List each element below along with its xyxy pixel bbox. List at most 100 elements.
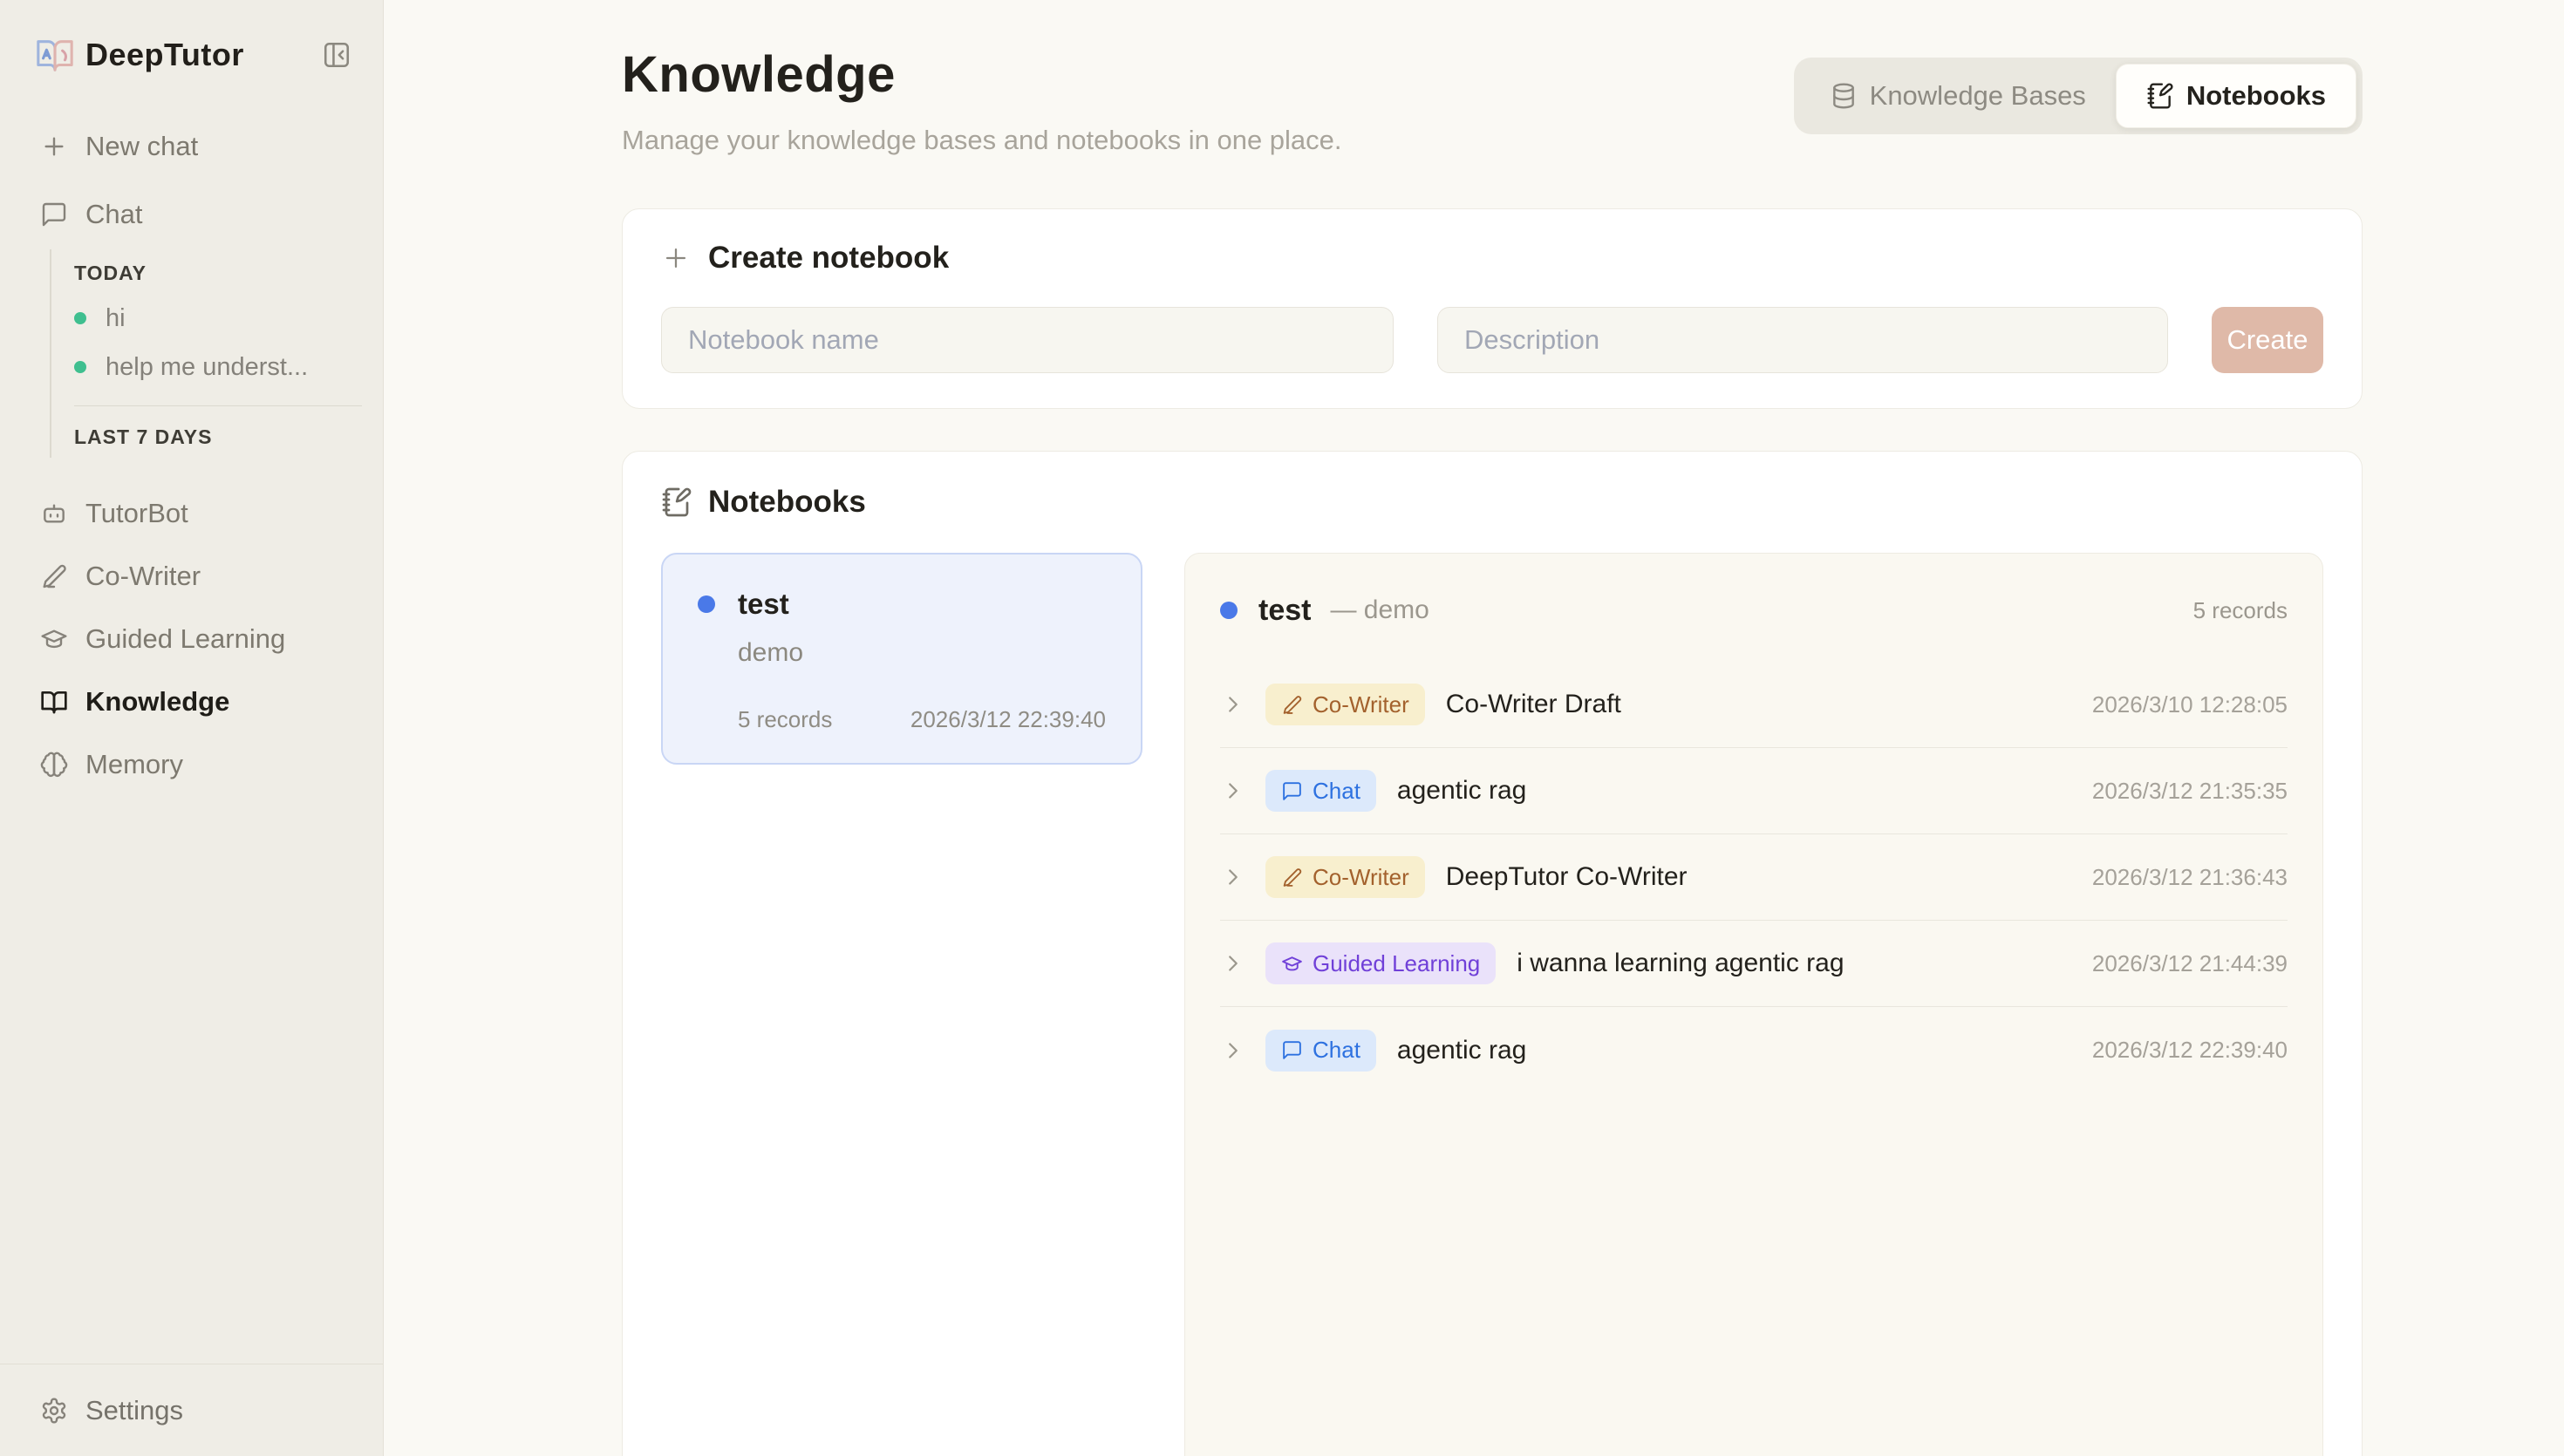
create-notebook-card: Create notebook Create bbox=[622, 208, 2363, 409]
create-notebook-form: Create bbox=[661, 307, 2323, 373]
chevron-right-icon[interactable] bbox=[1220, 864, 1246, 890]
chat-bubble-icon bbox=[40, 201, 68, 228]
history-item[interactable]: hi bbox=[74, 294, 362, 343]
deeptutor-logo-icon bbox=[35, 35, 75, 75]
sidebar: DeepTutor New chat Chat TODAY bbox=[0, 0, 384, 1456]
chevron-right-icon[interactable] bbox=[1220, 691, 1246, 718]
record-type-badge: Chat bbox=[1265, 1030, 1376, 1072]
notebook-name-input[interactable] bbox=[661, 307, 1394, 373]
history-section-last7days: LAST 7 DAYS bbox=[74, 413, 362, 458]
history-section-today: TODAY bbox=[74, 249, 362, 294]
notebook-description: demo bbox=[738, 638, 1106, 668]
sidebar-item-label: Co-Writer bbox=[85, 561, 201, 592]
record-row[interactable]: Co-Writer DeepTutor Co-Writer 2026/3/12 … bbox=[1220, 834, 2288, 921]
history-item-label: help me underst... bbox=[106, 353, 308, 382]
brand-name: DeepTutor bbox=[85, 37, 244, 73]
settings-label: Settings bbox=[85, 1395, 183, 1426]
sidebar-collapse-icon[interactable] bbox=[322, 40, 351, 70]
detail-header: test — demo 5 records bbox=[1220, 578, 2288, 643]
pen-icon bbox=[40, 562, 68, 590]
create-notebook-heading: Create notebook bbox=[708, 241, 949, 276]
record-title: agentic rag bbox=[1397, 1036, 1526, 1065]
sidebar-item-label: Knowledge bbox=[85, 686, 229, 718]
chat-bubble-icon bbox=[1281, 1039, 1303, 1061]
sidebar-item-settings[interactable]: Settings bbox=[0, 1364, 383, 1456]
record-row[interactable]: Chat agentic rag 2026/3/12 22:39:40 bbox=[1220, 1007, 2288, 1093]
tab-label: Knowledge Bases bbox=[1870, 80, 2086, 112]
sidebar-item-knowledge[interactable]: Knowledge bbox=[0, 670, 383, 733]
green-dot-icon bbox=[74, 312, 86, 324]
notebook-pen-icon bbox=[661, 486, 692, 518]
detail-record-count: 5 records bbox=[2193, 597, 2288, 624]
chevron-right-icon[interactable] bbox=[1220, 778, 1246, 804]
history-divider bbox=[74, 405, 362, 406]
chat-label: Chat bbox=[85, 199, 142, 230]
brain-icon bbox=[40, 751, 68, 779]
notebook-pen-icon bbox=[2146, 82, 2174, 110]
create-notebook-heading-row: Create notebook bbox=[661, 241, 2323, 276]
sidebar-item-tutorbot[interactable]: TutorBot bbox=[0, 482, 383, 545]
history-item[interactable]: help me underst... bbox=[74, 343, 362, 391]
record-title: DeepTutor Co-Writer bbox=[1446, 862, 1688, 892]
main-content: Knowledge Manage your knowledge bases an… bbox=[384, 0, 2564, 1456]
record-timestamp: 2026/3/12 21:35:35 bbox=[2066, 778, 2288, 805]
notebook-card-test[interactable]: test demo 5 records 2026/3/12 22:39:40 bbox=[661, 553, 1142, 765]
blue-dot-icon bbox=[1220, 602, 1238, 619]
view-toggle: Knowledge Bases Notebooks bbox=[1794, 58, 2363, 134]
record-timestamp: 2026/3/12 21:44:39 bbox=[2066, 950, 2288, 977]
detail-notebook-description: — demo bbox=[1330, 595, 1429, 625]
record-badge-label: Chat bbox=[1313, 778, 1360, 805]
database-icon bbox=[1830, 82, 1858, 110]
page-subtitle: Manage your knowledge bases and notebook… bbox=[622, 125, 1342, 156]
pen-icon bbox=[1281, 867, 1303, 888]
record-title: i wanna learning agentic rag bbox=[1517, 949, 1844, 978]
sidebar-item-memory[interactable]: Memory bbox=[0, 733, 383, 796]
record-title: Co-Writer Draft bbox=[1446, 690, 1621, 719]
app-root: DeepTutor New chat Chat TODAY bbox=[0, 0, 2564, 1456]
record-type-badge: Co-Writer bbox=[1265, 684, 1425, 725]
sidebar-spacer bbox=[0, 796, 383, 1364]
pen-icon bbox=[1281, 694, 1303, 716]
record-row[interactable]: Chat agentic rag 2026/3/12 21:35:35 bbox=[1220, 748, 2288, 834]
record-badge-label: Guided Learning bbox=[1313, 950, 1480, 977]
record-badge-label: Co-Writer bbox=[1313, 691, 1409, 718]
graduation-cap-icon bbox=[1281, 953, 1303, 975]
sidebar-item-chat[interactable]: Chat bbox=[0, 183, 383, 246]
new-chat-button[interactable]: New chat bbox=[0, 115, 383, 178]
record-timestamp: 2026/3/12 21:36:43 bbox=[2066, 864, 2288, 891]
record-row[interactable]: Co-Writer Co-Writer Draft 2026/3/10 12:2… bbox=[1220, 662, 2288, 748]
page-header: Knowledge Manage your knowledge bases an… bbox=[622, 45, 2363, 156]
history-item-label: hi bbox=[106, 304, 126, 333]
chat-bubble-icon bbox=[1281, 780, 1303, 802]
sidebar-item-label: Memory bbox=[85, 749, 183, 780]
notebook-record-count: 5 records bbox=[738, 706, 832, 733]
book-open-icon bbox=[40, 688, 68, 716]
notebooks-heading: Notebooks bbox=[708, 485, 866, 520]
plus-icon bbox=[40, 133, 68, 160]
record-type-badge: Chat bbox=[1265, 770, 1376, 812]
sidebar-item-label: TutorBot bbox=[85, 498, 188, 529]
record-type-badge: Co-Writer bbox=[1265, 856, 1425, 898]
graduation-cap-icon bbox=[40, 625, 68, 653]
notebook-updated-time: 2026/3/12 22:39:40 bbox=[910, 706, 1106, 733]
chevron-right-icon[interactable] bbox=[1220, 1038, 1246, 1064]
sidebar-item-label: Guided Learning bbox=[85, 623, 285, 655]
sidebar-item-guided-learning[interactable]: Guided Learning bbox=[0, 608, 383, 670]
notebook-description-input[interactable] bbox=[1437, 307, 2168, 373]
blue-dot-icon bbox=[698, 595, 715, 613]
tab-knowledge-bases[interactable]: Knowledge Bases bbox=[1800, 64, 2116, 128]
green-dot-icon bbox=[74, 361, 86, 373]
sidebar-item-cowriter[interactable]: Co-Writer bbox=[0, 545, 383, 608]
notebook-list: test demo 5 records 2026/3/12 22:39:40 bbox=[661, 553, 1142, 1456]
plus-icon bbox=[661, 243, 691, 273]
create-button[interactable]: Create bbox=[2212, 307, 2323, 373]
new-chat-label: New chat bbox=[85, 131, 198, 162]
tab-notebooks[interactable]: Notebooks bbox=[2116, 64, 2356, 128]
notebook-detail-panel: test — demo 5 records bbox=[1184, 553, 2323, 1456]
page-title: Knowledge bbox=[622, 45, 1342, 104]
tab-label: Notebooks bbox=[2186, 80, 2326, 112]
chat-history: TODAY hi help me underst... LAST 7 DAYS bbox=[50, 249, 362, 458]
chevron-right-icon[interactable] bbox=[1220, 950, 1246, 976]
record-row[interactable]: Guided Learning i wanna learning agentic… bbox=[1220, 921, 2288, 1007]
notebook-name: test bbox=[738, 588, 789, 621]
